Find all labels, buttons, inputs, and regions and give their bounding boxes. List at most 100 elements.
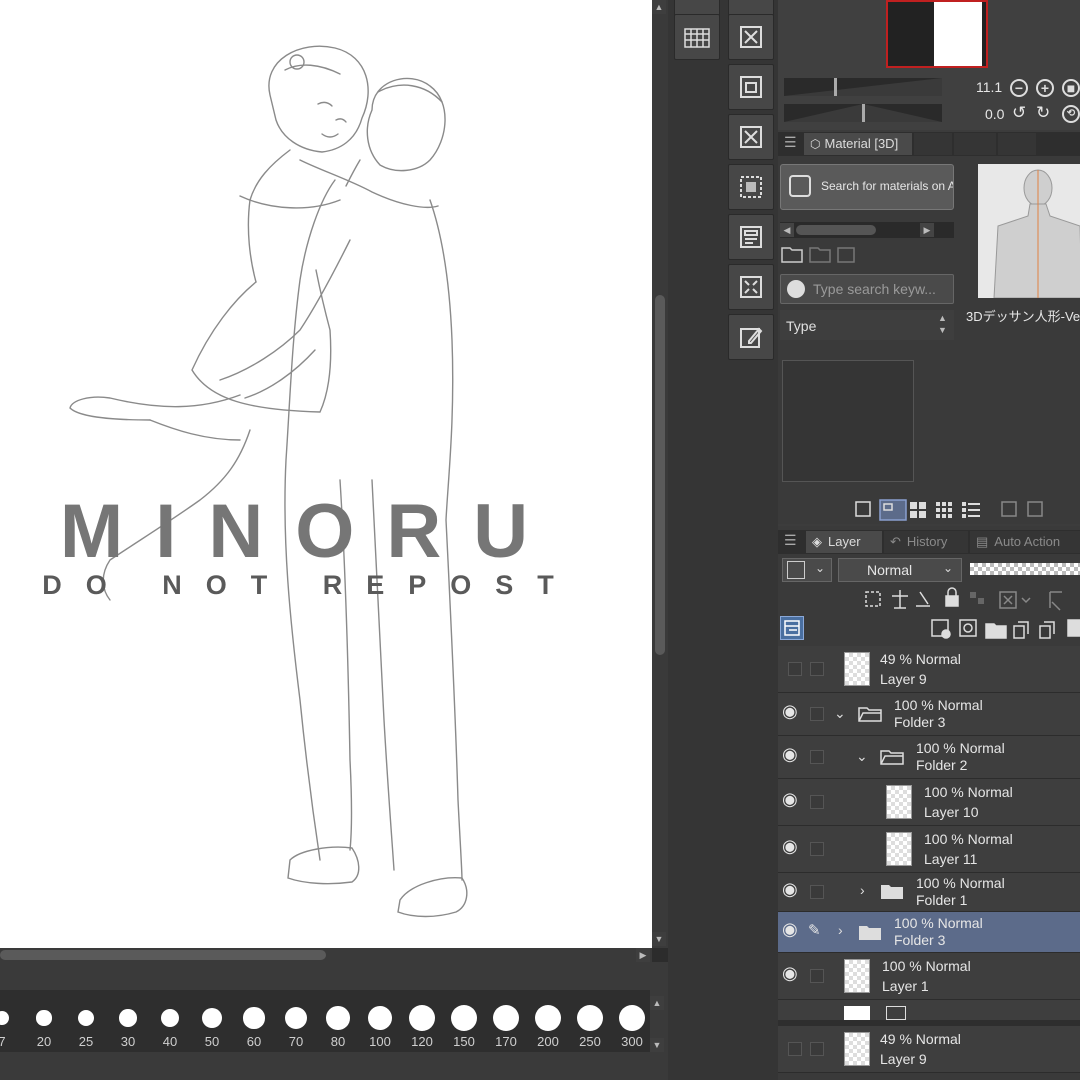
tab-auto-action[interactable]: ▤ Auto Action xyxy=(970,531,1080,553)
brush-size-label: 20 xyxy=(36,1034,52,1049)
tab-material-3d-label: Material [3D] xyxy=(824,136,899,151)
folder-row[interactable]: ◉ ⌄ 100 % Normal Folder 3 xyxy=(778,693,1080,736)
layer-row[interactable]: 49 % Normal Layer 9 xyxy=(778,646,1080,693)
scale-rotate-button[interactable] xyxy=(728,264,774,310)
zoom-slider[interactable] xyxy=(784,78,942,96)
brush-scroll-up-icon[interactable]: ▲ xyxy=(650,996,664,1010)
layer-name: Layer 9 xyxy=(880,671,927,687)
lock-toggle[interactable] xyxy=(810,1042,824,1056)
brush-size-option[interactable]: 250 xyxy=(569,996,611,1052)
brush-size-option[interactable]: 70 xyxy=(275,996,317,1052)
tab-material-4[interactable] xyxy=(998,133,1036,155)
edit-selection-button[interactable] xyxy=(728,314,774,360)
layer-row[interactable]: ◉ 100 % Normal Layer 10 xyxy=(778,779,1080,826)
eye-icon[interactable]: ◉ xyxy=(782,745,798,763)
clear-outside-selection-button[interactable] xyxy=(728,14,774,60)
canvas-page[interactable]: MINORU DO NOT REPOST xyxy=(0,0,652,948)
rotate-left-icon[interactable]: ↺ xyxy=(1012,104,1026,121)
layer-thumbnail xyxy=(844,959,870,993)
tree-scroll-left-icon[interactable]: ◀ xyxy=(780,223,794,237)
brush-size-option[interactable]: 200 xyxy=(527,996,569,1052)
brush-size-option[interactable]: 170 xyxy=(485,996,527,1052)
layer-row-partial[interactable] xyxy=(778,1000,1080,1021)
brush-size-option[interactable]: 150 xyxy=(443,996,485,1052)
show-selection-button[interactable] xyxy=(728,214,774,260)
tree-scroll-right-icon[interactable]: ▶ xyxy=(920,223,934,237)
brush-size-label: 50 xyxy=(204,1034,220,1049)
layer-color-dropdown[interactable]: ⌄ xyxy=(782,558,832,582)
brush-size-option[interactable]: 300 xyxy=(611,996,653,1052)
brush-size-option[interactable]: 20 xyxy=(23,996,65,1052)
folder-row[interactable]: ◉ › 100 % Normal Folder 1 xyxy=(778,873,1080,912)
tab-layer[interactable]: ◈ Layer xyxy=(806,531,882,553)
horizontal-scroll-thumb[interactable] xyxy=(0,950,326,960)
material-tree-scrollbar[interactable]: ◀ ▶ xyxy=(780,222,954,238)
layer-mode: 100 % Normal xyxy=(894,697,983,713)
chevron-right-icon[interactable]: › xyxy=(860,882,865,898)
brush-size-option[interactable]: 7 xyxy=(0,996,23,1052)
scroll-up-arrow-icon[interactable]: ▲ xyxy=(652,0,666,14)
layer-row[interactable]: 49 % Normal Layer 9 xyxy=(778,1026,1080,1073)
brush-size-option[interactable]: 30 xyxy=(107,996,149,1052)
lock-toggle[interactable] xyxy=(810,969,824,983)
brush-size-option[interactable]: 25 xyxy=(65,996,107,1052)
rotate-right-icon[interactable]: ↻ xyxy=(1036,104,1050,121)
layer-row[interactable]: ◉ 100 % Normal Layer 11 xyxy=(778,826,1080,873)
fit-view-icon[interactable]: ■ xyxy=(1062,79,1080,97)
eye-icon[interactable]: ◉ xyxy=(782,880,798,898)
tab-history[interactable]: ↶ History xyxy=(884,531,968,553)
clear-button[interactable] xyxy=(728,114,774,160)
navigator-preview[interactable] xyxy=(886,0,988,68)
brush-size-option[interactable]: 50 xyxy=(191,996,233,1052)
eye-icon[interactable]: ◉ xyxy=(782,964,798,982)
tab-material-2[interactable] xyxy=(914,133,952,155)
calendar-grid-button[interactable] xyxy=(674,14,720,60)
brush-size-option[interactable]: 40 xyxy=(149,996,191,1052)
layer-panel-menu-icon[interactable]: ☰ xyxy=(784,532,797,549)
panel-menu-icon[interactable]: ☰ xyxy=(784,134,797,151)
rotate-slider[interactable] xyxy=(784,104,942,122)
tab-material-3[interactable] xyxy=(954,133,996,155)
search-assets-button[interactable]: Search for materials on AS xyxy=(780,164,954,210)
type-dropdown[interactable]: Type ▲ ▼ xyxy=(780,310,954,340)
blend-mode-select[interactable]: Normal ⌄ xyxy=(838,558,962,582)
brush-size-option[interactable]: 100 xyxy=(359,996,401,1052)
type-spinner-icon[interactable]: ▲ ▼ xyxy=(938,312,947,336)
brush-size-option[interactable]: 120 xyxy=(401,996,443,1052)
visibility-toggle[interactable] xyxy=(788,662,802,676)
fill-button[interactable] xyxy=(728,64,774,110)
eye-icon[interactable]: ◉ xyxy=(782,920,798,938)
zoom-in-icon[interactable]: + xyxy=(1036,79,1054,97)
folder-row-selected[interactable]: ◉ ✎ › 100 % Normal Folder 3 xyxy=(778,912,1080,953)
chevron-down-icon[interactable]: ⌄ xyxy=(856,748,868,765)
brush-size-option[interactable]: 60 xyxy=(233,996,275,1052)
opacity-slider[interactable] xyxy=(970,563,1080,575)
zoom-out-icon[interactable]: − xyxy=(1010,79,1028,97)
visibility-toggle[interactable] xyxy=(788,1042,802,1056)
brush-size-option[interactable]: 80 xyxy=(317,996,359,1052)
vertical-scroll-thumb[interactable] xyxy=(655,295,665,655)
search-assets-label: Search for materials on AS xyxy=(821,179,953,193)
brush-scroll-down-icon[interactable]: ▼ xyxy=(650,1038,664,1052)
scroll-right-arrow-icon[interactable]: ▶ xyxy=(636,948,650,962)
reset-rotation-icon[interactable]: ⟲ xyxy=(1062,105,1080,123)
reference-layer-button[interactable] xyxy=(780,616,804,640)
lock-toggle[interactable] xyxy=(810,750,824,764)
chevron-right-icon[interactable]: › xyxy=(838,922,843,938)
eye-icon[interactable]: ◉ xyxy=(782,837,798,855)
eye-icon[interactable]: ◉ xyxy=(782,702,798,720)
folder-row[interactable]: ◉ ⌄ 100 % Normal Folder 2 xyxy=(778,736,1080,779)
material-preview-thumbnail[interactable] xyxy=(978,164,1080,299)
scroll-down-arrow-icon[interactable]: ▼ xyxy=(652,932,666,946)
invert-selection-button[interactable] xyxy=(728,164,774,210)
lock-toggle[interactable] xyxy=(810,707,824,721)
lock-toggle[interactable] xyxy=(810,842,824,856)
layer-row[interactable]: ◉ 100 % Normal Layer 1 xyxy=(778,953,1080,1000)
lock-toggle[interactable] xyxy=(810,662,824,676)
tab-material-3d[interactable]: ⬡ Material [3D] xyxy=(804,133,912,155)
chevron-down-icon[interactable]: ⌄ xyxy=(834,705,846,722)
material-search-input[interactable]: Type search keyw... xyxy=(780,274,954,304)
lock-toggle[interactable] xyxy=(810,885,824,899)
lock-toggle[interactable] xyxy=(810,795,824,809)
eye-icon[interactable]: ◉ xyxy=(782,790,798,808)
